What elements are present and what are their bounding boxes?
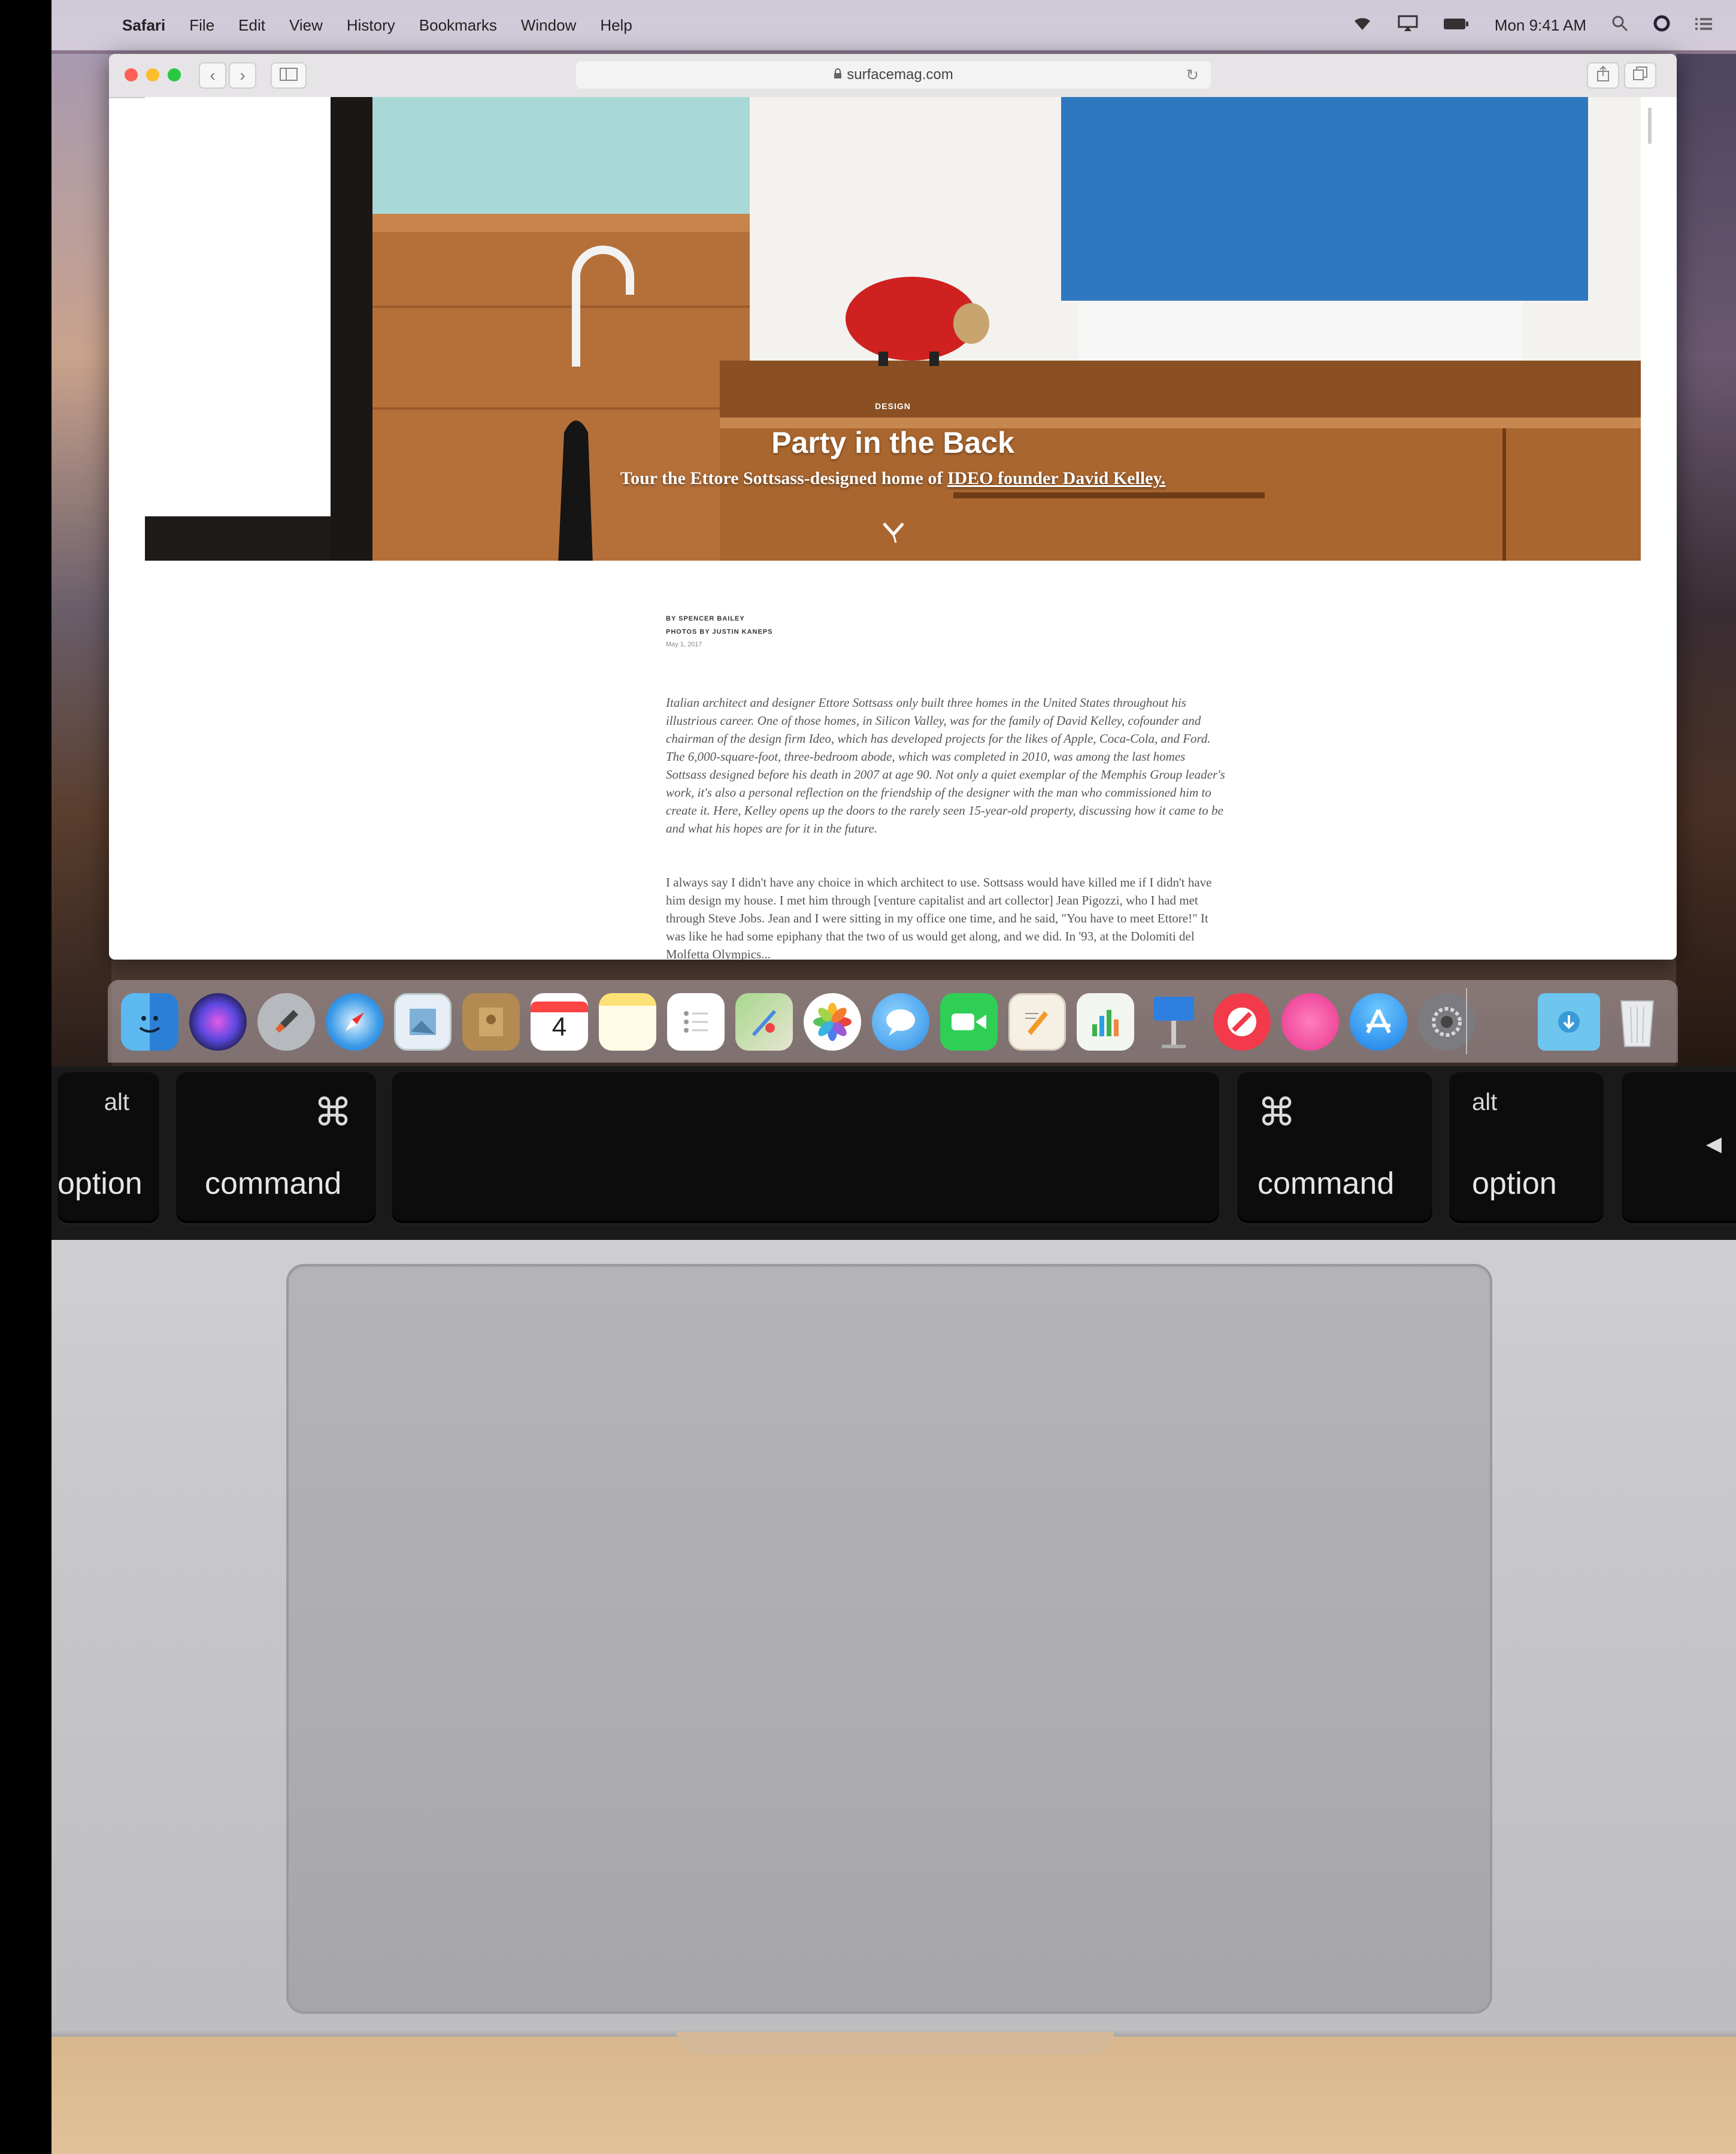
- maps-icon[interactable]: [735, 993, 793, 1051]
- article-date: May 1, 2017: [666, 641, 702, 648]
- app-store-icon[interactable]: [1350, 993, 1407, 1051]
- article-subtitle: Tour the Ettore Sottsass-designed home o…: [145, 468, 1641, 489]
- key-label-command: command: [1258, 1166, 1395, 1201]
- numbers-icon[interactable]: [1077, 993, 1134, 1051]
- hero-image: DESIGN Party in the Back Tour the Ettore…: [145, 97, 1641, 561]
- left-command-key[interactable]: ⌘ command: [176, 1072, 376, 1223]
- notification-center-icon[interactable]: [1695, 16, 1712, 35]
- right-option-key[interactable]: alt option: [1449, 1072, 1604, 1223]
- menu-bar: Safari File Edit View History Bookmarks …: [51, 0, 1736, 50]
- menu-window[interactable]: Window: [521, 16, 576, 35]
- left-option-key[interactable]: alt option: [57, 1072, 159, 1223]
- key-label-alt: alt: [104, 1089, 129, 1115]
- safari-window: ‹ › surfacemag.com ↻ DESIGN Party in the…: [109, 54, 1677, 960]
- calendar-month-bar: [531, 1002, 588, 1012]
- command-symbol-icon: ⌘: [314, 1091, 352, 1134]
- minimize-window-button[interactable]: [146, 68, 159, 81]
- contacts-icon[interactable]: [462, 993, 520, 1051]
- trackpad[interactable]: [286, 1264, 1492, 2014]
- status-area: Mon 9:41 AM: [1352, 0, 1712, 50]
- command-symbol-icon: ⌘: [1258, 1091, 1296, 1134]
- lock-icon: [834, 68, 842, 82]
- safari-icon[interactable]: [326, 993, 383, 1051]
- notes-icon[interactable]: [599, 993, 656, 1051]
- lid-opening-notch: [677, 2032, 1114, 2055]
- left-arrow-key[interactable]: ◀: [1622, 1072, 1736, 1223]
- byline-author: BY SPENCER BAILEY: [666, 615, 745, 622]
- siri-menubar-icon[interactable]: [1653, 15, 1670, 36]
- reload-icon[interactable]: ↻: [1186, 61, 1199, 89]
- page-side-label: [1648, 108, 1652, 144]
- pages-icon[interactable]: [1008, 993, 1066, 1051]
- desktop-wallpaper-right: [1676, 54, 1736, 1066]
- zoom-window-button[interactable]: [168, 68, 181, 81]
- tabs-icon: [1632, 66, 1648, 86]
- article-kicker: DESIGN: [875, 401, 911, 411]
- clock[interactable]: Mon 9:41 AM: [1495, 16, 1586, 35]
- share-icon: [1596, 65, 1610, 86]
- desktop-wallpaper-left: [51, 54, 111, 1066]
- article-title: Party in the Back: [771, 426, 1014, 459]
- menu-bookmarks[interactable]: Bookmarks: [419, 16, 497, 35]
- trash-icon[interactable]: [1608, 993, 1666, 1051]
- key-label-option: option: [57, 1166, 143, 1201]
- itunes-icon[interactable]: [1281, 993, 1339, 1051]
- calendar-day: 4: [552, 1012, 567, 1042]
- menu-edit[interactable]: Edit: [238, 16, 265, 35]
- article-byline: BY SPENCER BAILEY PHOTOS BY JUSTIN KANEP…: [666, 612, 772, 639]
- key-label-alt: alt: [1472, 1089, 1498, 1115]
- spotlight-icon[interactable]: [1611, 15, 1628, 36]
- left-arrow-icon: ◀: [1705, 1133, 1722, 1155]
- forward-button[interactable]: ›: [229, 62, 256, 89]
- preview-icon[interactable]: [394, 993, 452, 1051]
- tabs-overview-button[interactable]: [1624, 62, 1656, 89]
- subtitle-link[interactable]: IDEO founder David Kelley.: [947, 468, 1165, 488]
- url-text: surfacemag.com: [847, 66, 953, 83]
- key-label-option: option: [1472, 1166, 1557, 1201]
- space-bar[interactable]: [392, 1072, 1219, 1223]
- key-label-command: command: [205, 1166, 342, 1201]
- siri-icon[interactable]: [189, 993, 247, 1051]
- chevron-right-icon: ›: [240, 66, 246, 84]
- dock-separator: [1466, 988, 1467, 1054]
- browser-toolbar: ‹ › surfacemag.com ↻: [109, 54, 1677, 98]
- chevron-left-icon: ‹: [210, 66, 216, 84]
- menu-help[interactable]: Help: [600, 16, 632, 35]
- battery-icon[interactable]: [1443, 16, 1470, 35]
- launchpad-icon[interactable]: [257, 993, 315, 1051]
- sidebar-button[interactable]: [271, 62, 307, 89]
- airplay-icon[interactable]: [1398, 15, 1418, 36]
- menu-app-name[interactable]: Safari: [122, 16, 165, 35]
- menu-file[interactable]: File: [189, 16, 214, 35]
- hero-photo: [145, 97, 1641, 561]
- share-button[interactable]: [1587, 62, 1619, 89]
- menu-view[interactable]: View: [289, 16, 323, 35]
- page-side-strip: [1641, 97, 1677, 960]
- scroll-down-chevron-icon[interactable]: [875, 516, 911, 546]
- news-icon[interactable]: [1213, 993, 1271, 1051]
- article-intro: Italian architect and designer Ettore So…: [666, 695, 1225, 836]
- display-screen: Safari File Edit View History Bookmarks …: [51, 0, 1736, 1066]
- menu-history[interactable]: History: [347, 16, 395, 35]
- messages-icon[interactable]: [872, 993, 929, 1051]
- photos-icon[interactable]: [804, 993, 861, 1051]
- calendar-icon[interactable]: 4: [531, 993, 588, 1051]
- downloads-folder-icon[interactable]: [1538, 993, 1600, 1051]
- reminders-icon[interactable]: [667, 993, 725, 1051]
- address-bar[interactable]: surfacemag.com ↻: [576, 61, 1211, 89]
- wifi-icon[interactable]: [1352, 16, 1373, 35]
- sidebar-icon: [280, 66, 298, 85]
- close-window-button[interactable]: [125, 68, 138, 81]
- subtitle-text: Tour the Ettore Sottsass-designed home o…: [620, 468, 947, 488]
- article-body: I always say I didn't have any choice in…: [666, 875, 1212, 960]
- facetime-icon[interactable]: [940, 993, 998, 1051]
- back-button[interactable]: ‹: [199, 62, 226, 89]
- byline-photographer: PHOTOS BY JUSTIN KANEPS: [666, 628, 773, 636]
- right-command-key[interactable]: ⌘ command: [1237, 1072, 1432, 1223]
- keynote-icon[interactable]: [1145, 993, 1202, 1051]
- finder-icon[interactable]: [121, 993, 178, 1051]
